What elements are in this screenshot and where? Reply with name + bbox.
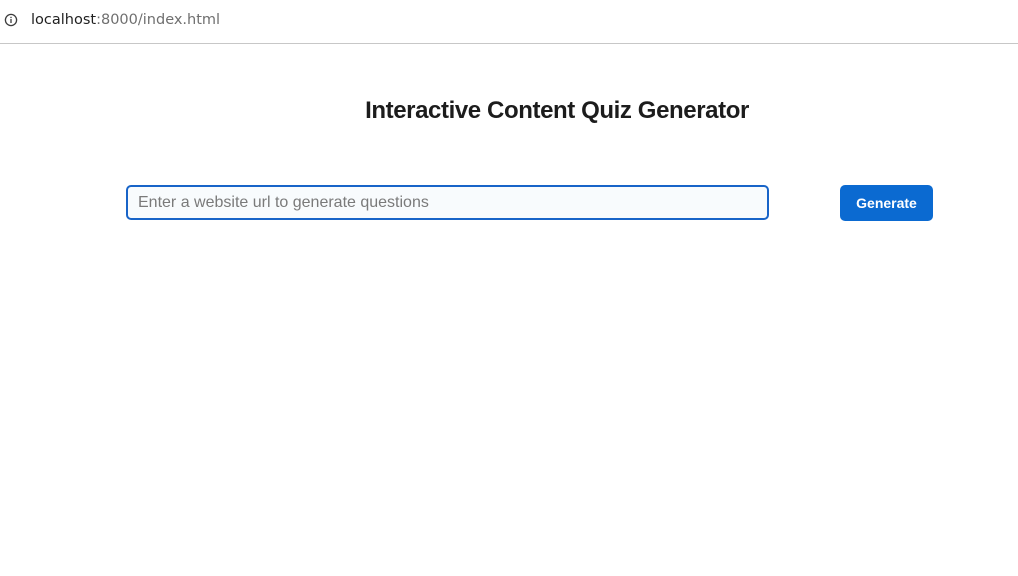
generate-button[interactable]: Generate xyxy=(840,185,933,221)
header-area: Interactive Content Quiz Generator xyxy=(0,0,1018,200)
page-title: Interactive Content Quiz Generator xyxy=(365,97,749,124)
url-input[interactable] xyxy=(126,185,769,220)
